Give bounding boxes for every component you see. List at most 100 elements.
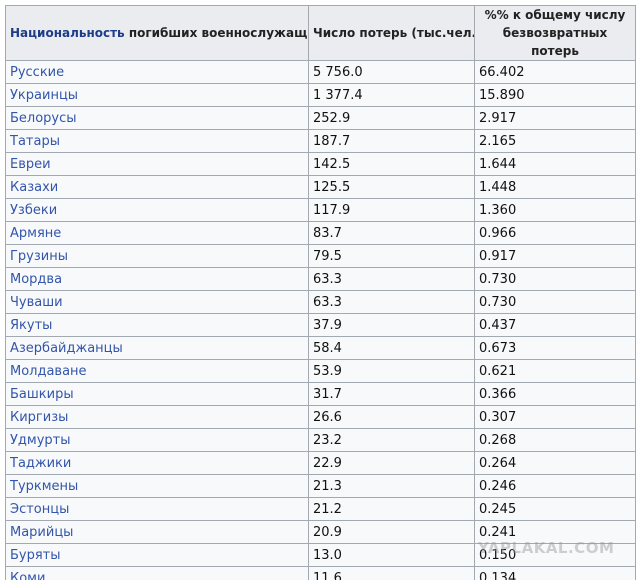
nationality-cell[interactable]: Марийцы [5,520,309,544]
percent-cell: 0.621 [474,359,636,383]
table-row: Русские 5 756.0 66.402 [5,60,636,84]
header-percent: %% к общему числу безвозвратных потерь [474,5,636,61]
nationality-cell[interactable]: Евреи [5,152,309,176]
losses-cell: 63.3 [308,290,475,314]
table-row: Узбеки 117.9 1.360 [5,198,636,222]
percent-cell: 0.134 [474,566,636,580]
losses-cell: 22.9 [308,451,475,475]
losses-cell: 83.7 [308,221,475,245]
nationality-cell[interactable]: Туркмены [5,474,309,498]
losses-cell: 142.5 [308,152,475,176]
losses-cell: 117.9 [308,198,475,222]
percent-cell: 0.966 [474,221,636,245]
table-row: Киргизы 26.6 0.307 [5,405,636,429]
table-row: Буряты 13.0 0.150 [5,543,636,567]
nationality-cell[interactable]: Эстонцы [5,497,309,521]
percent-cell: 1.448 [474,175,636,199]
percent-cell: 0.307 [474,405,636,429]
nationality-cell[interactable]: Чуваши [5,290,309,314]
percent-cell: 0.366 [474,382,636,406]
losses-cell: 125.5 [308,175,475,199]
percent-cell: 0.730 [474,267,636,291]
percent-cell: 0.264 [474,451,636,475]
losses-cell: 21.2 [308,497,475,521]
percent-cell: 1.644 [474,152,636,176]
table-row: Украинцы 1 377.4 15.890 [5,83,636,107]
percent-cell: 0.150 [474,543,636,567]
percent-cell: 66.402 [474,60,636,84]
nationality-cell[interactable]: Буряты [5,543,309,567]
losses-cell: 187.7 [308,129,475,153]
nationality-cell[interactable]: Грузины [5,244,309,268]
table-body: Русские 5 756.0 66.402 Украинцы 1 377.4 15.89… [5,60,636,580]
table-row: Башкиры 31.7 0.366 [5,382,636,406]
losses-cell: 31.7 [308,382,475,406]
losses-cell: 252.9 [308,106,475,130]
nationality-cell[interactable]: Казахи [5,175,309,199]
table-row: Чуваши 63.3 0.730 [5,290,636,314]
table-row: Грузины 79.5 0.917 [5,244,636,268]
losses-cell: 20.9 [308,520,475,544]
table-row: Казахи 125.5 1.448 [5,175,636,199]
header-losses: Число потерь (тыс.чел.) [308,5,475,61]
table-row: Удмурты 23.2 0.268 [5,428,636,452]
nationality-cell[interactable]: Армяне [5,221,309,245]
losses-cell: 1 377.4 [308,83,475,107]
nationality-cell[interactable]: Русские [5,60,309,84]
nationality-cell[interactable]: Башкиры [5,382,309,406]
nationality-cell[interactable]: Якуты [5,313,309,337]
table-row: Белорусы 252.9 2.917 [5,106,636,130]
losses-cell: 11.6 [308,566,475,580]
table-row: Армяне 83.7 0.966 [5,221,636,245]
losses-cell: 63.3 [308,267,475,291]
percent-cell: 0.673 [474,336,636,360]
table-row: Коми 11.6 0.134 [5,566,636,580]
losses-cell: 37.9 [308,313,475,337]
percent-cell: 0.268 [474,428,636,452]
table-header-row: Национальность погибших военнослужащих Ч… [5,5,636,61]
nationality-cell[interactable]: Таджики [5,451,309,475]
nationality-cell[interactable]: Азербайджанцы [5,336,309,360]
losses-cell: 21.3 [308,474,475,498]
nationality-cell[interactable]: Молдаване [5,359,309,383]
table-row: Якуты 37.9 0.437 [5,313,636,337]
table-row: Туркмены 21.3 0.246 [5,474,636,498]
nationality-cell[interactable]: Мордва [5,267,309,291]
percent-cell: 0.241 [474,520,636,544]
header-nationality: Национальность погибших военнослужащих [5,5,309,61]
table-row: Молдаване 53.9 0.621 [5,359,636,383]
percent-cell: 0.245 [474,497,636,521]
percent-cell: 0.730 [474,290,636,314]
nationality-cell[interactable]: Узбеки [5,198,309,222]
losses-cell: 26.6 [308,405,475,429]
percent-cell: 15.890 [474,83,636,107]
nationality-cell[interactable]: Удмурты [5,428,309,452]
losses-table: Национальность погибших военнослужащих Ч… [5,5,636,580]
percent-cell: 0.246 [474,474,636,498]
percent-cell: 1.360 [474,198,636,222]
nationality-cell[interactable]: Белорусы [5,106,309,130]
percent-cell: 0.917 [474,244,636,268]
table-row: Азербайджанцы 58.4 0.673 [5,336,636,360]
table-row: Таджики 22.9 0.264 [5,451,636,475]
nationality-cell[interactable]: Татары [5,129,309,153]
table-row: Татары 187.7 2.165 [5,129,636,153]
percent-cell: 2.165 [474,129,636,153]
table-row: Мордва 63.3 0.730 [5,267,636,291]
header-nationality-rest: погибших военнослужащих [124,26,309,40]
losses-cell: 53.9 [308,359,475,383]
losses-cell: 13.0 [308,543,475,567]
nationality-link[interactable]: Национальность [10,26,125,40]
nationality-cell[interactable]: Коми [5,566,309,580]
losses-cell: 23.2 [308,428,475,452]
losses-cell: 79.5 [308,244,475,268]
nationality-cell[interactable]: Украинцы [5,83,309,107]
table-row: Евреи 142.5 1.644 [5,152,636,176]
percent-cell: 0.437 [474,313,636,337]
table-row: Марийцы 20.9 0.241 [5,520,636,544]
table-row: Эстонцы 21.2 0.245 [5,497,636,521]
losses-cell: 58.4 [308,336,475,360]
percent-cell: 2.917 [474,106,636,130]
nationality-cell[interactable]: Киргизы [5,405,309,429]
losses-cell: 5 756.0 [308,60,475,84]
